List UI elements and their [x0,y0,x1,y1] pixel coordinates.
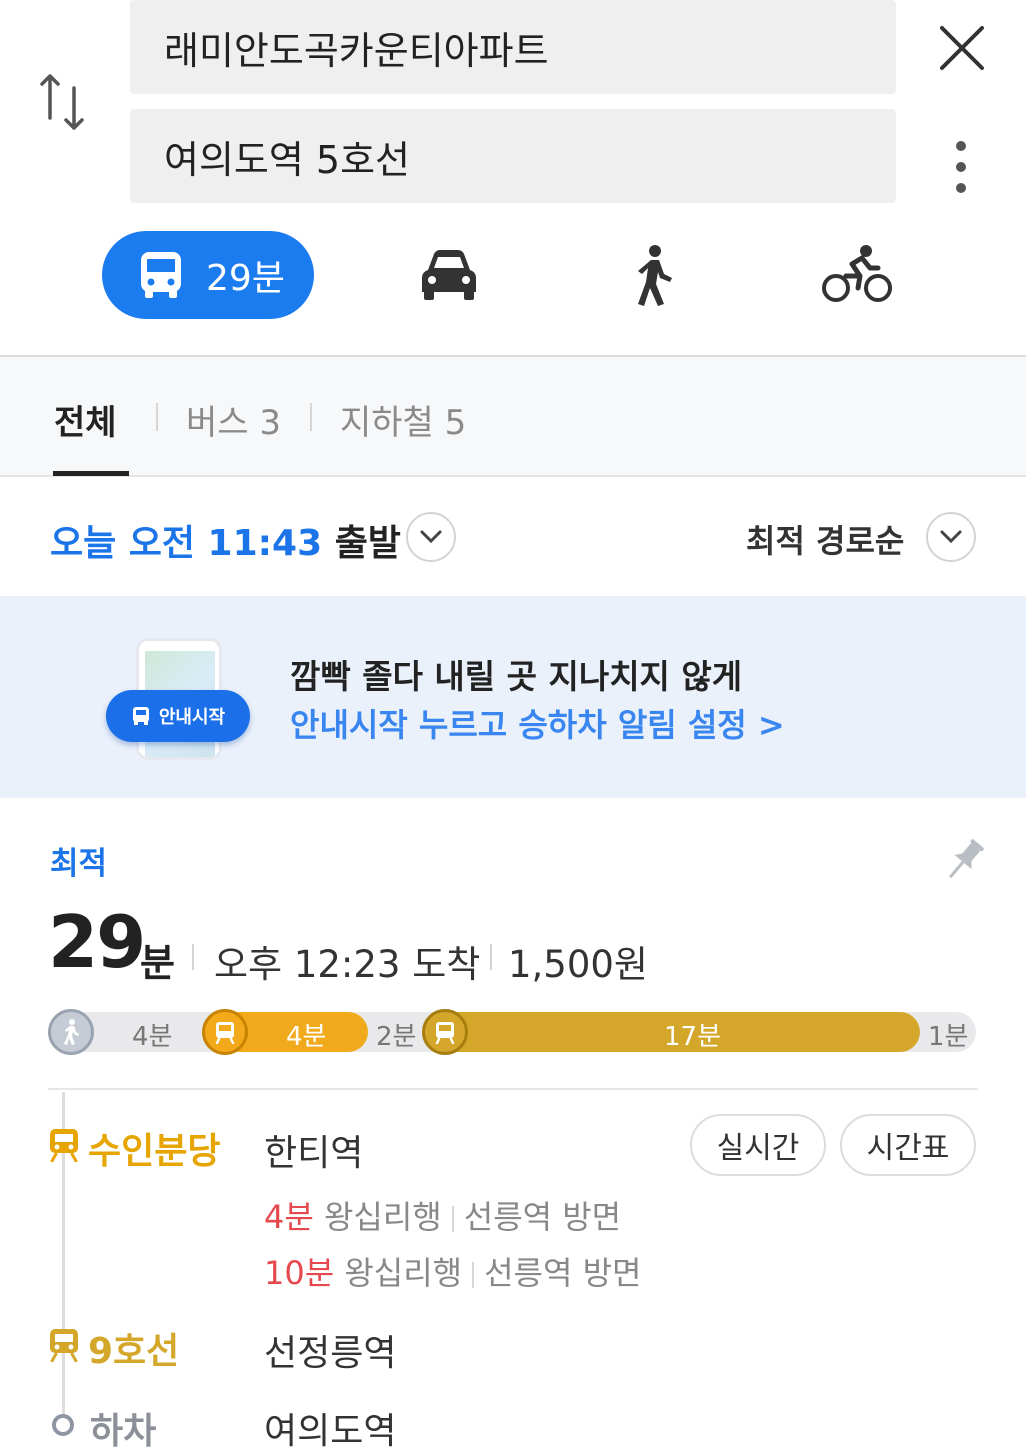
arrival-minutes: 10분 [264,1254,335,1292]
segment-subway-label: 17분 [664,1022,722,1052]
origin-text: 래미안도곡카운티아파트 [164,28,549,73]
guide-start-badge: 안내시작 [106,690,250,742]
tab-divider [156,403,158,431]
transit-time: 29분 [206,258,285,299]
pin-icon[interactable] [940,836,986,888]
segment-bus-icon [202,1009,248,1055]
fare: 1,500원 [508,943,648,986]
walk-icon[interactable] [628,244,680,306]
bike-icon[interactable] [822,244,892,304]
drop-off-marker [52,1414,74,1436]
step-line-bundang: 수인분당 [88,1131,221,1172]
origin-input[interactable]: 래미안도곡카운티아파트 [130,0,896,94]
mode-transit-button[interactable]: 29분 [102,231,314,319]
realtime-button[interactable]: 실시간 [690,1114,826,1176]
departure-suffix: 출발 [334,523,401,564]
arrival-time: 오후 12:23 도착 [214,943,481,986]
segment-walk3-label: 1분 [928,1022,969,1052]
step-station-seonjeongneung: 선정릉역 [264,1333,397,1374]
banner-headline: 깜빡 졸다 내릴 곳 지나치지 않게 [290,657,743,696]
banner-link[interactable]: 안내시작 누르고 승하차 알림 설정 > [290,700,785,746]
segment-walk1-label: 4분 [132,1022,173,1052]
subway-icon [50,1129,78,1162]
step-station-yeouido: 여의도역 [264,1411,397,1452]
sort-label: 최적 경로순 [746,522,905,560]
summary-divider [490,944,492,970]
tab-divider [310,403,312,431]
arrival-minutes: 4분 [264,1198,314,1236]
step-station-hanti: 한티역 [264,1133,364,1174]
close-icon[interactable] [936,22,988,74]
sort-chevron-button[interactable] [926,512,976,562]
arrival-direction: 선릉역 방면 [463,1198,622,1236]
duration-unit: 분 [140,941,175,985]
car-icon[interactable] [418,248,480,302]
section-divider [48,1088,978,1090]
arrival-row: 10분 왕십리행 선릉역 방면 [264,1248,641,1294]
arrival-direction: 선릉역 방면 [484,1254,642,1292]
arrival-destination: 왕십리행 [344,1254,463,1292]
drop-off-label: 하차 [90,1411,157,1452]
segment-walk-icon [48,1009,94,1055]
more-vertical-icon[interactable] [944,138,978,200]
segment-bus-label: 4분 [286,1022,327,1052]
timetable-label: 시간표 [866,1131,950,1166]
guide-start-label: 안내시작 [158,707,226,728]
active-tab-indicator [53,471,129,476]
bus-icon [141,252,181,298]
step-line-9: 9호선 [88,1331,180,1372]
chevron-down-icon [420,530,442,544]
departure-chevron-button[interactable] [406,512,456,562]
timetable-button[interactable]: 시간표 [840,1114,976,1176]
realtime-label: 실시간 [716,1131,800,1166]
segment-walk2-label: 2분 [376,1022,417,1052]
best-route-badge: 최적 [50,846,108,882]
swap-icon[interactable] [36,70,92,134]
total-duration: 29 [48,900,146,984]
destination-text: 여의도역 5호선 [164,137,411,182]
bus-icon [132,707,149,725]
destination-input[interactable]: 여의도역 5호선 [130,109,896,203]
tab-subway[interactable]: 지하철 5 [340,395,466,444]
subway-icon [50,1329,78,1362]
chevron-down-icon [940,530,962,544]
departure-time: 오늘 오전 11:43 [50,523,323,564]
arrival-destination: 왕십리행 [323,1198,442,1236]
summary-divider [192,944,194,970]
tab-all[interactable]: 전체 [54,395,117,444]
tab-bus[interactable]: 버스 3 [186,395,281,444]
arrival-row: 4분 왕십리행 선릉역 방면 [264,1192,621,1238]
route-filter-tabs: 전체 버스 3 지하철 5 [0,355,1026,477]
segment-subway-icon [422,1009,468,1055]
sort-selector[interactable]: 최적 경로순 [746,516,904,562]
departure-time-selector[interactable]: 오늘 오전 11:43 출발 [50,514,401,566]
